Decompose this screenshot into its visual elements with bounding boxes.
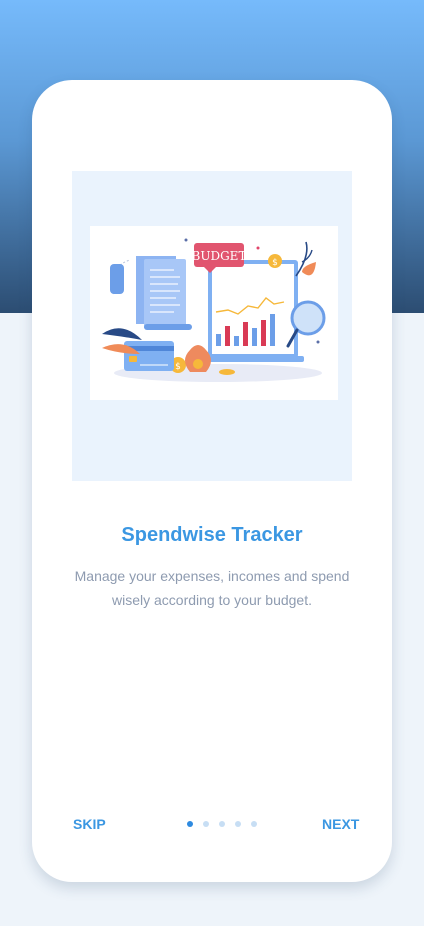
budget-illustration-art: BUDGET $ $ — [102, 238, 326, 382]
onboarding-card: BUDGET $ $ Spendwise Tracker Manage your… — [32, 80, 392, 882]
next-button[interactable]: NEXT — [322, 814, 359, 834]
page-title: Spendwise Tracker — [121, 524, 303, 546]
svg-text:$: $ — [175, 362, 181, 372]
page-description: Manage your expenses, incomes and spend … — [74, 568, 350, 608]
budget-illustration: BUDGET $ $ — [90, 226, 338, 400]
svg-text:$: $ — [272, 258, 278, 268]
page-dot-1[interactable] — [187, 821, 193, 827]
page-dot-4[interactable] — [235, 821, 241, 827]
page-dot-5[interactable] — [251, 821, 257, 827]
skip-button[interactable]: SKIP — [73, 814, 106, 834]
page-indicator — [187, 821, 257, 827]
page-dot-2[interactable] — [203, 821, 209, 827]
page-dot-3[interactable] — [219, 821, 225, 827]
budget-sign-text: BUDGET — [192, 249, 247, 263]
illustration-panel: BUDGET $ $ — [72, 171, 352, 481]
